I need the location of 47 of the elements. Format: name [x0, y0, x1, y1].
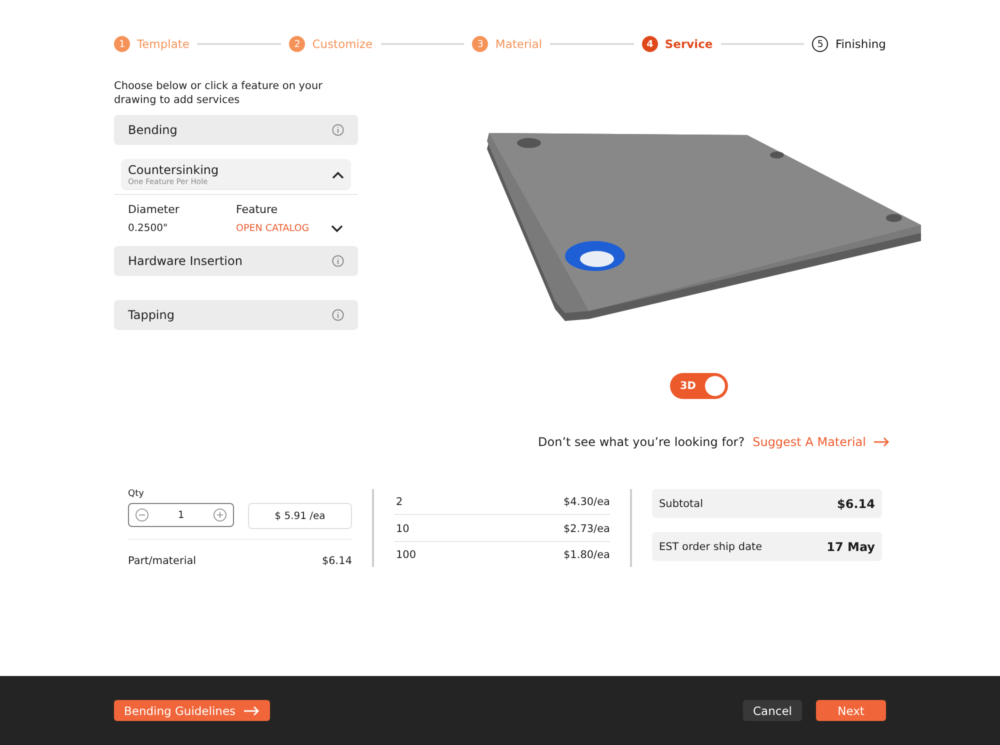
break-quantity: 2 — [396, 496, 403, 508]
summary-value: 17 May — [826, 540, 875, 554]
quantity-field[interactable]: 1 — [128, 503, 234, 527]
summary-label: EST order ship date — [659, 540, 762, 552]
plus-icon[interactable] — [213, 508, 227, 522]
service-name: Hardware Insertion — [128, 254, 242, 268]
step[interactable]: 2 Customize — [289, 36, 373, 52]
chevron-down-icon[interactable] — [331, 224, 343, 232]
break-quantity: 100 — [396, 549, 416, 561]
suggest-question: Don’t see what you’re looking for? — [538, 435, 745, 449]
column-header: Feature — [236, 203, 279, 216]
break-price: $2.73/ea — [564, 522, 610, 534]
summary-label: Subtotal — [659, 498, 703, 510]
service-name: Tapping — [128, 308, 174, 322]
service-name: Bending — [128, 123, 178, 137]
qty-label: Qty — [128, 489, 145, 499]
part-material-value: $6.14 — [322, 555, 352, 567]
chevron-up-icon[interactable] — [332, 170, 344, 178]
cancel-button[interactable]: Cancel — [743, 700, 802, 721]
summary-value: $6.14 — [837, 496, 875, 510]
unit-price: $ 5.91 /ea — [248, 503, 352, 529]
info-icon[interactable] — [332, 255, 344, 267]
step[interactable]: 4 Service — [642, 36, 713, 52]
service-item[interactable]: Hardware Insertion — [114, 246, 358, 276]
info-icon[interactable] — [332, 309, 344, 321]
service-name: Countersinking — [128, 163, 219, 177]
instructions: Choose below or click a feature on your drawing to add services — [114, 79, 324, 107]
view-toggle[interactable]: 3D — [670, 373, 728, 399]
info-icon[interactable] — [332, 124, 344, 136]
suggest-material-link[interactable]: Suggest A Material — [752, 435, 866, 449]
break-price: $1.80/ea — [564, 549, 610, 561]
part-material-label: Part/material — [128, 555, 196, 567]
column-header: Diameter — [128, 203, 180, 216]
break-price: $4.30/ea — [564, 496, 610, 508]
step[interactable]: 3 Material — [472, 36, 542, 52]
service-item[interactable]: Tapping — [114, 300, 358, 330]
arrow-right-icon[interactable] — [874, 437, 890, 447]
step[interactable]: 1 Template — [114, 36, 190, 52]
minus-icon[interactable] — [135, 508, 149, 522]
step[interactable]: 5 Finishing — [812, 36, 886, 52]
bending-guidelines-button[interactable]: Bending Guidelines — [114, 700, 270, 721]
break-quantity: 10 — [396, 522, 410, 534]
open-catalog-link[interactable]: OPEN CATALOG — [236, 223, 331, 234]
diameter-value: 0.2500" — [128, 223, 169, 234]
arrow-right-icon — [244, 706, 260, 716]
service-item[interactable]: Bending — [114, 115, 358, 145]
next-button[interactable]: Next — [816, 700, 886, 721]
